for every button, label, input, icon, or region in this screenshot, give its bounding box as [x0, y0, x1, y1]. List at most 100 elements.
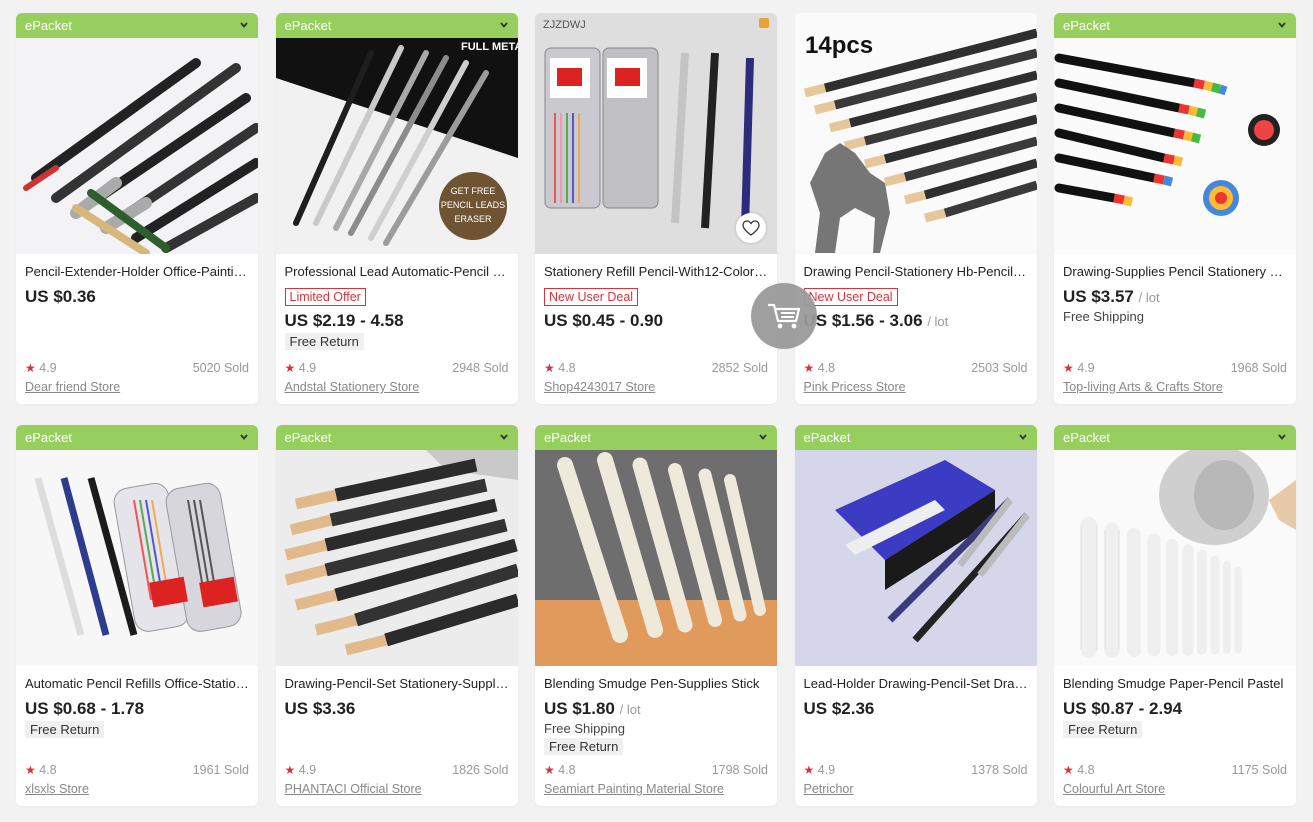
product-card[interactable]: ePacket Blending Smudge Pen-Supplies Sti… [535, 425, 777, 806]
product-card[interactable]: ZJZDWJ Stationery Refill Pencil-With12-C… [535, 13, 777, 404]
product-card[interactable]: ePacket FULL METAL GET FREE PENCIL LEADS [275, 13, 518, 404]
price-value: US $2.19 - 4.58 [284, 311, 404, 330]
price-unit: / lot [619, 702, 641, 717]
store-link[interactable]: Dear friend Store [25, 380, 120, 394]
product-price: US $2.36 [804, 699, 1037, 719]
price-value: US $0.36 [25, 287, 96, 306]
chevron-down-icon[interactable] [499, 21, 508, 29]
promo-tag: New User Deal [803, 288, 898, 306]
product-image[interactable]: ePacket [1054, 13, 1296, 254]
store-link[interactable]: Top-living Arts & Crafts Store [1063, 380, 1223, 394]
chevron-down-icon[interactable] [1018, 433, 1027, 441]
sold-count: 1961 Sold [192, 763, 249, 777]
image-caption: 14pcs [805, 32, 873, 59]
metal-mechanical-pencils-image: FULL METAL GET FREE PENCIL LEADS ERASER [275, 38, 518, 254]
product-image[interactable]: 14pcs [794, 13, 1037, 254]
star-icon: ★ [284, 361, 296, 375]
price-value: US $0.87 - 2.94 [1063, 699, 1183, 718]
shipping-badge: ePacket [794, 425, 1037, 450]
chevron-down-icon[interactable] [499, 433, 508, 441]
chevron-down-icon[interactable] [1278, 21, 1286, 29]
rating-sold-row: ★ 4.8 2852 Sold [544, 360, 768, 376]
paper-blending-stumps-image [1054, 450, 1296, 666]
add-to-cart-button[interactable] [751, 283, 817, 349]
chevron-down-icon[interactable] [759, 433, 767, 441]
product-card[interactable]: ePacket [16, 425, 258, 806]
product-title[interactable]: Lead-Holder Drawing-Pencil-Set Drafting [804, 676, 1028, 692]
product-card[interactable]: ePacket [1054, 425, 1296, 806]
product-image[interactable]: ePacket [1054, 425, 1296, 666]
shipping-badge: ePacket [16, 425, 258, 450]
sold-count: 1826 Sold [452, 763, 509, 777]
rating-sold-row: ★ 4.8 1798 Sold [544, 762, 768, 778]
rating-sold-row: ★ 4.9 2948 Sold [285, 360, 509, 376]
store-link[interactable]: Colourful Art Store [1063, 782, 1165, 796]
badge-label: ePacket [544, 430, 591, 445]
sold-count: 1798 Sold [711, 763, 768, 777]
star-icon: ★ [25, 361, 36, 375]
sketch-pencils-horse-image: 14pcs [794, 13, 1037, 254]
chevron-down-icon[interactable] [240, 21, 248, 29]
chevron-down-icon[interactable] [1278, 433, 1286, 441]
rating-value: 4.8 [39, 763, 57, 777]
shipping-badge: ePacket [535, 425, 777, 450]
chevron-down-icon[interactable] [240, 433, 248, 441]
star-icon: ★ [803, 361, 815, 375]
shipping-badge: ePacket [16, 13, 258, 38]
sold-count: 2948 Sold [452, 361, 509, 375]
rating-value: 4.8 [1077, 763, 1095, 777]
product-image[interactable]: ZJZDWJ [535, 13, 777, 254]
product-title[interactable]: Drawing-Supplies Pencil Stationery Rainb… [1063, 264, 1287, 280]
store-link[interactable]: Petrichor [804, 782, 854, 796]
product-image[interactable]: ePacket [275, 425, 518, 666]
lead-holder-set-image [794, 450, 1037, 666]
price-value: US $2.36 [803, 699, 875, 718]
product-title[interactable]: Stationery Refill Pencil-With12-Color Le… [544, 264, 768, 280]
store-link[interactable]: Seamiart Painting Material Store [544, 782, 724, 796]
shipping-badge: ePacket [275, 13, 518, 38]
free-return-badge: Free Return [544, 738, 624, 755]
rating-sold-row: ★ 4.8 2503 Sold [804, 360, 1028, 376]
promo-tag: Limited Offer [284, 288, 366, 306]
store-link[interactable]: PHANTACI Official Store [285, 782, 422, 796]
product-card[interactable]: ePacket [1054, 13, 1296, 404]
product-card[interactable]: 14pcs Drawing Pencil-Stationery Hb-Penci… [794, 13, 1037, 404]
wishlist-button[interactable] [736, 213, 766, 243]
price-unit: / lot [1138, 290, 1160, 305]
badge-label: ePacket [25, 430, 72, 445]
sold-count: 1378 Sold [971, 763, 1028, 777]
price-value: US $1.56 - 3.06 [803, 311, 923, 330]
badge-label: ePacket [284, 430, 332, 445]
sold-count: 5020 Sold [192, 361, 249, 375]
rating-sold-row: ★ 4.9 1968 Sold [1063, 360, 1287, 376]
store-link[interactable]: Pink Pricess Store [804, 380, 906, 394]
badge-label: ePacket [1063, 430, 1110, 445]
product-title[interactable]: Blending Smudge Pen-Supplies Stick [544, 676, 768, 692]
store-link[interactable]: Shop4243017 Store [544, 380, 655, 394]
black-pencil-set-image [275, 450, 518, 666]
product-title[interactable]: Blending Smudge Paper-Pencil Pastel [1063, 676, 1287, 692]
product-card[interactable]: ePacket [275, 425, 518, 806]
product-image[interactable]: ePacket [16, 13, 258, 254]
product-title[interactable]: Pencil-Extender-Holder Office-Painting-T… [25, 264, 249, 280]
shipping-badge: ePacket [275, 425, 518, 450]
product-card[interactable]: ePacket Pencil-Extender-Holder Office-Pa… [16, 13, 258, 404]
product-card[interactable]: ePacket Lead-Holder Drawing-Pencil-Set D… [794, 425, 1037, 806]
product-title[interactable]: Professional Lead Automatic-Pencil Full … [285, 264, 509, 280]
product-image[interactable]: ePacket FULL METAL GET FREE PENCIL LEADS [275, 13, 518, 254]
badge-label: ePacket [284, 18, 332, 33]
store-link[interactable]: Andstal Stationery Store [285, 380, 420, 394]
rating-value: 4.9 [39, 361, 57, 375]
rating-value: 4.8 [817, 361, 836, 375]
product-image[interactable]: ePacket [16, 425, 258, 666]
store-link[interactable]: xlsxls Store [25, 782, 89, 796]
product-image[interactable]: ePacket [535, 425, 777, 666]
product-title[interactable]: Drawing Pencil-Stationery Hb-Pencil Set [804, 264, 1028, 280]
product-title[interactable]: Drawing-Pencil-Set Stationery-Supplies [285, 676, 509, 692]
star-icon: ★ [284, 763, 296, 777]
free-return-badge: Free Return [25, 721, 105, 738]
product-price: US $3.57 / lot [1063, 287, 1296, 307]
product-title[interactable]: Automatic Pencil Refills Office-Statione… [25, 676, 249, 692]
product-image[interactable]: ePacket [794, 425, 1037, 666]
sold-count: 2852 Sold [711, 361, 768, 375]
